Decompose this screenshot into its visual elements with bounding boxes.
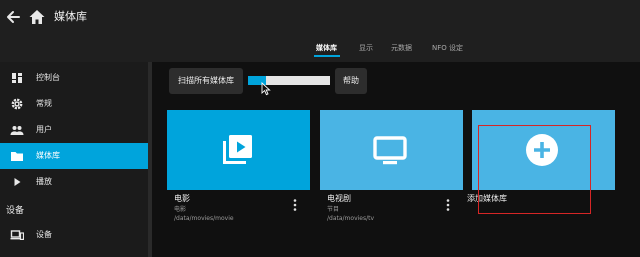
sidebar-scrollbar[interactable] <box>148 62 152 257</box>
library-type: 电影 <box>174 206 187 213</box>
back-arrow-icon[interactable] <box>4 8 22 26</box>
devices-icon <box>10 230 24 241</box>
page-title: 媒体库 <box>54 10 87 23</box>
help-button[interactable]: 帮助 <box>335 68 367 94</box>
sidebar: 控制台 常规 用户 媒体库 播放 设备 设备 <box>0 62 148 257</box>
annotation-highlight-box <box>478 125 591 214</box>
sidebar-item-devices[interactable]: 设备 <box>0 222 148 248</box>
tab-libraries[interactable]: 媒体库 <box>316 41 337 55</box>
sidebar-item-playback[interactable]: 播放 <box>0 169 148 195</box>
sidebar-section-devices: 设备 <box>6 206 25 216</box>
library-card-tv[interactable]: 电视剧 节目 /data/movies/tv <box>320 110 463 228</box>
active-tab-indicator <box>314 55 340 57</box>
folder-icon <box>11 152 23 161</box>
sidebar-item-label: 控制台 <box>36 73 60 82</box>
dashboard-icon <box>12 73 22 83</box>
gear-icon <box>11 98 23 110</box>
sidebar-item-label: 媒体库 <box>36 151 60 160</box>
tv-icon <box>373 136 407 165</box>
sidebar-item-users[interactable]: 用户 <box>0 117 148 143</box>
tab-bar: 媒体库 显示 元数据 NFO 设定 <box>0 41 640 57</box>
library-name: 电视剧 <box>327 194 351 203</box>
library-type: 节目 <box>327 206 340 213</box>
sidebar-item-dashboard[interactable]: 控制台 <box>0 65 148 91</box>
scan-all-libraries-button[interactable]: 扫描所有媒体库 <box>169 68 243 94</box>
home-icon[interactable] <box>28 8 46 26</box>
sidebar-item-label: 设备 <box>36 230 52 239</box>
sidebar-item-label: 播放 <box>36 177 52 186</box>
video-library-icon <box>223 135 252 164</box>
library-card-movies[interactable]: 电影 电影 /data/movies/movie <box>167 110 310 228</box>
more-vert-icon[interactable] <box>292 198 298 212</box>
more-vert-icon[interactable] <box>445 198 451 212</box>
sidebar-item-libraries[interactable]: 媒体库 <box>0 143 148 169</box>
sidebar-item-label: 常规 <box>36 99 52 108</box>
tab-nfo-settings[interactable]: NFO 设定 <box>432 41 463 55</box>
library-path: /data/movies/movie <box>174 215 234 222</box>
library-name: 电影 <box>174 194 190 203</box>
tab-display[interactable]: 显示 <box>359 41 373 55</box>
mouse-cursor-icon <box>261 82 271 96</box>
sidebar-item-label: 用户 <box>36 125 52 134</box>
users-icon <box>10 126 24 135</box>
library-thumbnail[interactable] <box>167 110 310 190</box>
tab-metadata[interactable]: 元数据 <box>391 41 412 55</box>
play-icon <box>14 178 21 186</box>
sidebar-item-general[interactable]: 常规 <box>0 91 148 117</box>
app-header: 媒体库 媒体库 显示 元数据 NFO 设定 <box>0 0 640 62</box>
library-thumbnail[interactable] <box>320 110 463 190</box>
library-path: /data/movies/tv <box>327 215 375 222</box>
